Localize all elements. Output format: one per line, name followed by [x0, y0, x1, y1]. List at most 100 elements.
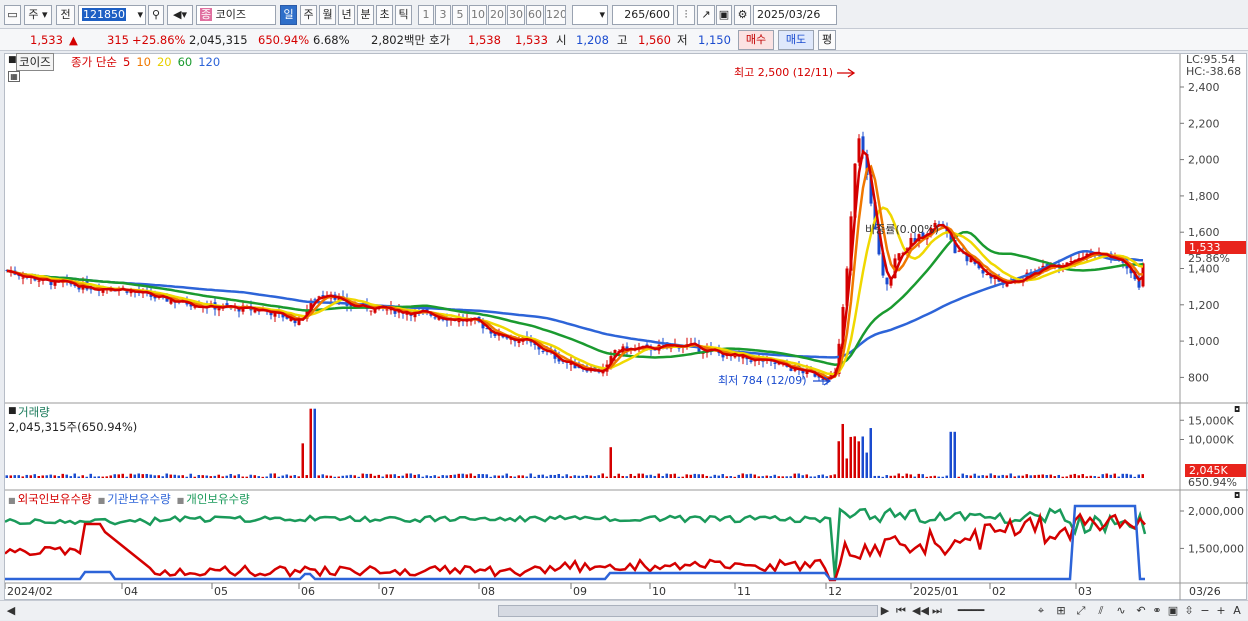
volume-bar: [865, 452, 868, 478]
next-page-icon[interactable]: ⏭: [930, 604, 944, 618]
volume-bar: [325, 475, 328, 478]
volume-bar: [441, 475, 444, 478]
maximize-icon[interactable]: ◘: [1234, 405, 1240, 414]
period-tab-2[interactable]: 월: [319, 5, 336, 25]
volume-bar: [657, 473, 660, 478]
period-tab-1[interactable]: 주: [300, 5, 317, 25]
period-tab-0[interactable]: 일: [280, 5, 297, 25]
first-page-icon[interactable]: ⏮: [894, 604, 908, 618]
volume-bar: [81, 475, 84, 478]
period-tab-5[interactable]: 초: [376, 5, 393, 25]
minute-button-1[interactable]: 1: [418, 5, 434, 25]
stock-code-input[interactable]: 121850 ▾: [78, 5, 146, 25]
trend-up-icon[interactable]: ⤢: [1074, 604, 1088, 618]
buy-button[interactable]: 매수: [738, 30, 774, 50]
volume-bar: [1109, 474, 1112, 478]
volume-bar: [885, 475, 888, 478]
sell-button[interactable]: 매도: [778, 30, 814, 50]
speaker-icon[interactable]: ◀▾: [167, 5, 193, 25]
line-tool-icon[interactable]: ↗: [697, 5, 715, 25]
legend-item-0[interactable]: 종가 단순: [71, 55, 117, 69]
holdings-legend-item-0[interactable]: 외국인보유수량: [18, 492, 92, 506]
scroll-right-icon[interactable]: ▶: [878, 604, 892, 618]
table-icon[interactable]: ▦: [8, 71, 20, 82]
period-tab-6[interactable]: 틱: [395, 5, 412, 25]
legend-marker-icon: ■: [97, 496, 106, 505]
volume-bar: [921, 474, 924, 478]
volume-bar: [953, 431, 956, 478]
count-input[interactable]: 265/600: [612, 5, 674, 25]
save-icon[interactable]: ▣: [716, 5, 732, 25]
period-tab-4[interactable]: 분: [357, 5, 374, 25]
font-size-icon[interactable]: A: [1230, 604, 1244, 618]
stock-name-tag[interactable]: 코이즈: [16, 53, 54, 71]
chart-area[interactable]: 2,400 2,200 2,000 1,800 1,600 1,400 1,200 1,000…: [4, 53, 1248, 601]
ma-legend[interactable]: 종가 단순 5 10 20 60 120: [71, 54, 226, 70]
x-tick-label: 03/26: [1189, 585, 1221, 598]
zoom-slider[interactable]: ━━━━: [950, 604, 992, 618]
volume-bar: [33, 474, 36, 478]
avg-button[interactable]: 평: [818, 30, 836, 50]
period-tab-3[interactable]: 년: [338, 5, 355, 25]
grid-icon[interactable]: ⊞: [1054, 604, 1068, 618]
minute-button-5[interactable]: 5: [452, 5, 468, 25]
volume-bar: [573, 475, 576, 478]
screenshot-icon[interactable]: ▣: [1166, 604, 1180, 618]
legend-item-5[interactable]: 120: [198, 55, 220, 69]
volume-bar: [505, 473, 508, 478]
legend-item-4[interactable]: 60: [178, 55, 193, 69]
mode-select[interactable]: 주 ▾: [24, 5, 52, 25]
expand-icon[interactable]: ⇳: [1182, 604, 1196, 618]
minute-button-10[interactable]: 10: [469, 5, 487, 25]
volume-bar: [289, 475, 292, 478]
prev-button[interactable]: 전: [56, 5, 75, 25]
volume-bar: [473, 475, 476, 478]
minute-button-20[interactable]: 20: [488, 5, 506, 25]
last-pct-tag: 25.86%: [1188, 252, 1230, 265]
maximize-icon[interactable]: ◘: [1234, 491, 1240, 500]
volume-bar: [181, 475, 184, 478]
candle-body: [957, 250, 961, 252]
holdings-legend-item-2[interactable]: 개인보유수량: [186, 492, 249, 506]
settings-gear-icon[interactable]: ⚙: [734, 5, 751, 25]
minute-button-120[interactable]: 120: [545, 5, 566, 25]
candle-type-icon[interactable]: ⫶: [677, 5, 695, 25]
volume-bar: [1037, 474, 1040, 478]
window-icon[interactable]: ▭: [4, 5, 21, 25]
fibonacci-icon[interactable]: ⫽: [1094, 604, 1108, 618]
scroll-thumb[interactable]: [498, 605, 878, 617]
undo-icon[interactable]: ↶: [1134, 604, 1148, 618]
legend-item-2[interactable]: 10: [136, 55, 151, 69]
candle-body: [789, 368, 793, 371]
minute-button-30[interactable]: 30: [507, 5, 525, 25]
scroll-left-icon[interactable]: ◀: [4, 604, 18, 618]
crosshair-icon[interactable]: ⌖: [1034, 604, 1048, 618]
date-input[interactable]: 2025/03/26: [753, 5, 837, 25]
volume-bar: [701, 474, 704, 478]
volume-bar: [1073, 473, 1076, 478]
custom-period-input[interactable]: ▾: [572, 5, 608, 25]
current-price: 1,533: [30, 33, 63, 47]
mode-label: 주: [28, 8, 39, 21]
volume-bar: [1057, 474, 1060, 478]
prev-page-icon[interactable]: ◀◀: [912, 604, 929, 618]
holdings-legend[interactable]: ■ 외국인보유수량 ■ 기관보유수량 ■ 개인보유수량: [8, 491, 256, 507]
volume-bar: [333, 476, 336, 478]
stock-name-field[interactable]: 종 코이즈: [196, 5, 276, 25]
volume-bar: [189, 473, 192, 478]
zoom-out-icon[interactable]: −: [1198, 604, 1212, 618]
volume-bar: [513, 476, 516, 478]
link-icon[interactable]: ⚭: [1150, 604, 1164, 618]
ask-price: 1,533: [515, 33, 548, 47]
search-icon[interactable]: ⚲: [148, 5, 164, 25]
legend-item-1[interactable]: 5: [123, 55, 130, 69]
scroll-bar[interactable]: ◀ ▶ ⏮ ◀◀ ⏭ ━━━━ ⌖ ⊞ ⤢ ⫽ ∿ ↶ ⚭ ▣ ⇳ − + A: [0, 600, 1248, 620]
legend-item-3[interactable]: 20: [157, 55, 172, 69]
volume-bar: [589, 475, 592, 478]
volume-bar: [1125, 473, 1128, 478]
holdings-legend-item-1[interactable]: 기관보유수량: [107, 492, 170, 506]
minute-button-3[interactable]: 3: [435, 5, 451, 25]
zoom-in-icon[interactable]: +: [1214, 604, 1228, 618]
minute-button-60[interactable]: 60: [526, 5, 544, 25]
wave-icon[interactable]: ∿: [1114, 604, 1128, 618]
